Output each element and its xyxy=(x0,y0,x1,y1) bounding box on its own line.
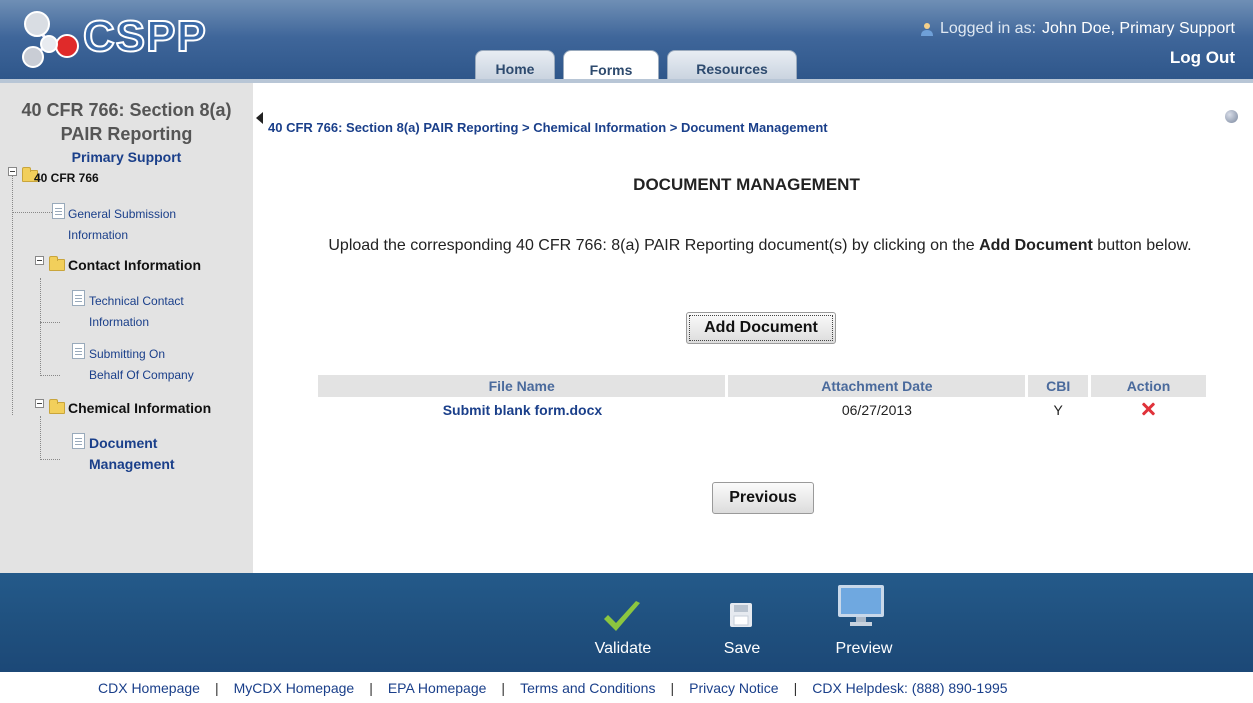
app-header: CSPP Home Forms Resources Logged in as: … xyxy=(0,0,1253,83)
user-icon xyxy=(920,23,933,36)
save-label: Save xyxy=(723,640,761,657)
footer: CDX Homepage | MyCDX Homepage | EPA Home… xyxy=(0,672,1253,703)
cspp-logo[interactable]: CSPP xyxy=(15,8,245,68)
tab-home[interactable]: Home xyxy=(475,50,555,80)
footer-separator: | xyxy=(670,680,675,696)
tree-item-chemical-information[interactable]: Chemical Information xyxy=(68,400,211,416)
folder-icon xyxy=(49,399,65,414)
column-header-file-name[interactable]: File Name xyxy=(318,375,729,397)
save-disk-icon xyxy=(730,603,752,627)
footer-separator: | xyxy=(214,680,219,696)
tree-item-submitting-on-behalf[interactable]: Submitting On Behalf Of Company xyxy=(89,344,194,386)
login-user: John Doe, Primary Support xyxy=(1042,20,1235,37)
add-document-button[interactable]: Add Document xyxy=(686,312,836,344)
footer-link-cdx-homepage[interactable]: CDX Homepage xyxy=(98,680,200,696)
document-icon xyxy=(52,203,65,219)
login-status: Logged in as: John Doe, Primary Support xyxy=(920,20,1235,38)
logo-text: CSPP xyxy=(82,11,207,62)
document-icon xyxy=(72,433,85,449)
table-header-row: File Name Attachment Date CBI Action xyxy=(318,375,1206,397)
footer-link-terms[interactable]: Terms and Conditions xyxy=(520,680,655,696)
action-toolbar: Validate Save Preview xyxy=(0,573,1253,672)
delete-icon[interactable] xyxy=(1141,402,1155,416)
preview-label: Preview xyxy=(835,640,893,657)
page-title: DOCUMENT MANAGEMENT xyxy=(633,175,860,194)
help-icon[interactable] xyxy=(1225,110,1238,123)
tab-resources[interactable]: Resources xyxy=(667,50,797,80)
previous-button[interactable]: Previous xyxy=(712,482,814,514)
logout-link[interactable]: Log Out xyxy=(1170,48,1235,68)
sidebar-navigation: 40 CFR 766: Section 8(a) PAIR Reporting … xyxy=(0,83,253,573)
molecule-logo-icon xyxy=(22,11,79,68)
column-header-action: Action xyxy=(1089,375,1206,397)
document-icon xyxy=(72,290,85,306)
file-name-link[interactable]: Submit blank form.docx xyxy=(318,397,727,423)
cbi-value: Y xyxy=(1053,402,1063,418)
checkmark-icon xyxy=(604,601,640,631)
table-row: Submit blank form.docx 06/27/2013 Y xyxy=(318,397,1206,423)
footer-separator: | xyxy=(369,680,373,696)
footer-link-epa-homepage[interactable]: EPA Homepage xyxy=(388,680,487,696)
tree-item-general-submission[interactable]: General Submission Information xyxy=(68,204,176,246)
attachment-date: 06/27/2013 xyxy=(841,402,912,418)
tree-item-contact-information[interactable]: Contact Information xyxy=(68,257,201,273)
footer-link-mycdx-homepage[interactable]: MyCDX Homepage xyxy=(234,680,355,696)
instructions-text: Upload the corresponding 40 CFR 766: 8(a… xyxy=(328,237,1192,254)
contact-collapse-icon[interactable] xyxy=(35,256,44,265)
footer-separator: | xyxy=(501,680,506,696)
footer-link-helpdesk[interactable]: CDX Helpdesk: (888) 890-1995 xyxy=(812,680,1007,696)
login-prefix: Logged in as: xyxy=(939,20,1037,37)
documents-table: File Name Attachment Date CBI Action Sub… xyxy=(318,375,1206,423)
validate-label: Validate xyxy=(594,640,652,657)
chemical-collapse-icon[interactable] xyxy=(35,399,44,408)
tree-item-technical-contact[interactable]: Technical Contact Information xyxy=(89,291,184,333)
column-header-attachment-date[interactable]: Attachment Date xyxy=(726,375,1029,397)
tree-item-document-management[interactable]: Document Management xyxy=(89,433,175,475)
breadcrumb[interactable]: 40 CFR 766: Section 8(a) PAIR Reporting … xyxy=(268,120,828,135)
monitor-icon xyxy=(838,585,884,626)
collapse-sidebar-icon[interactable] xyxy=(256,112,263,124)
navigation-tree: 40 CFR 766 General Submission Information… xyxy=(0,83,253,573)
footer-separator: | xyxy=(793,680,798,696)
action-cell xyxy=(1089,397,1206,423)
folder-icon xyxy=(49,256,65,271)
tab-forms[interactable]: Forms xyxy=(563,50,659,83)
column-header-cbi[interactable]: CBI xyxy=(1026,375,1091,397)
document-icon xyxy=(72,343,85,359)
footer-link-privacy[interactable]: Privacy Notice xyxy=(689,680,778,696)
